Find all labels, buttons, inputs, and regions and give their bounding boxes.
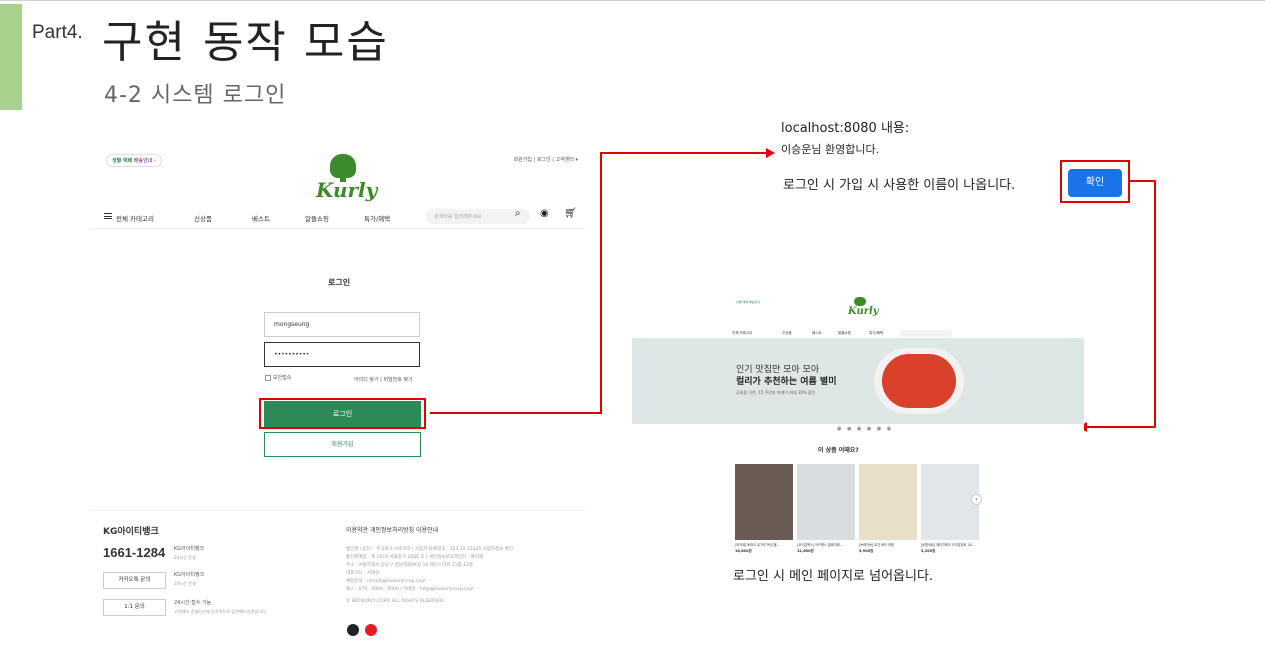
main-nav: 전체 카테고리 신상품 베스트 알뜰쇼핑 특가/혜택 검색어를 입력해주세요 ⌕… [102,208,582,228]
alert-host: localhost:8080 내용: [781,121,910,136]
product-card[interactable]: [모가네] 토마오 로가리 목심 불... 16,800원 [735,464,793,553]
footer-side-1: KG아이티뱅크 24시간 운영 [174,546,205,560]
product-card[interactable]: [브레이브] 로건 버터 모찜 5,900원 [859,464,917,553]
location-icon[interactable]: ◉ [540,208,549,219]
part-label: Part4. [32,22,83,43]
footer-brand: KG아이티뱅크 [103,527,159,537]
slide-accent-bar [0,4,22,110]
arrow-segment [430,412,601,414]
footer-side-3: 24시간 접수 가능 고객센터 운영시간에 순차적으로 답변해드리겠습니다. [174,600,268,614]
search-input[interactable] [900,330,952,337]
nav-category[interactable]: 전체 카테고리 [116,213,154,223]
footer-links[interactable]: 이용약관 개인정보처리방침 이용안내 [346,525,438,534]
arrow-segment [600,152,770,154]
main-page-caption: 로그인 시 메인 페이지로 넘어옵니다. [733,569,934,584]
kurly-logo[interactable]: Kurly [312,154,377,204]
one-on-one-button[interactable]: 1:1 문의 [103,599,166,616]
broccoli-icon [854,297,866,306]
id-input[interactable]: mongseung [264,312,420,337]
ok-highlight-box [1060,160,1130,203]
nav-category[interactable]: 전체 카테고리 [732,331,752,336]
footer-side-2: KG아이티뱅크 24시간 운영 [174,572,205,586]
alert-caption: 로그인 시 가입 시 사용한 이름이 나옵니다. [783,178,1016,193]
top-rule [0,0,1265,1]
nav-sale[interactable]: 알뜰쇼핑 [305,213,329,223]
arrow-segment [1086,426,1156,428]
nav-best[interactable]: 베스트 [252,213,270,223]
search-icon[interactable]: ⌕ [515,208,521,219]
chevron-right-icon[interactable]: › [971,494,982,505]
arrow-head-icon [766,148,775,158]
alert-message: 이승운님 환영합니다. [781,143,880,156]
slide-subtitle: 4-2 시스템 로그인 [104,83,287,108]
signup-button[interactable]: 회원가입 [264,432,421,457]
nav-best[interactable]: 베스트 [812,331,822,336]
delivery-badge[interactable]: 샛별·택배 배송안내 [736,300,760,304]
main-page-screenshot: 샛별·택배 배송안내 Kurly 전체 카테고리 신상품 베스트 알뜰쇼핑 특가… [632,294,1084,564]
password-input[interactable]: •••••••••• [264,342,420,367]
footer-info: 법인명 (상호) : 주식회사 브로코리 | 사업자 등록번호 : 123 12… [346,547,514,604]
github-icon[interactable] [347,624,359,636]
arrow-segment [1154,180,1156,428]
top-links[interactable]: 회원가입 | 로그인 | 고객센터 ▾ [514,156,578,163]
arrow-segment [600,152,602,414]
nav-special[interactable]: 특가/혜택 [364,213,390,223]
secure-login-checkbox[interactable]: 보안접속 [265,374,291,381]
carousel-dots[interactable]: ● ● ● ● ● ● [837,426,893,432]
login-highlight-box [259,398,426,429]
logo-text: Kurly [316,178,378,202]
youtube-icon[interactable] [365,624,377,636]
banner-line-3: 공회용 이천, 15 주년의 마케이 최대 30% 할인 [736,390,816,395]
login-page-screenshot: 샛별·택배 배송안내 › 회원가입 | 로그인 | 고객센터 ▾ Kurly 전… [90,140,590,650]
slide-title: 구현 동작 모습 [102,17,389,68]
cart-icon[interactable]: 🛒︎ [564,208,577,219]
menu-icon[interactable] [104,213,112,219]
nav-sale[interactable]: 알뜰쇼핑 [838,331,851,336]
food-image [874,348,964,414]
product-card[interactable]: [코스알엑스] 어드밴스 클레이레... 12,600원 [797,464,855,553]
checkbox-icon [265,374,271,381]
nav-new[interactable]: 신상품 [782,331,792,336]
banner-line-2: 컬리가 추천하는 여름 별미 [736,377,837,387]
main-banner[interactable]: 인기 맛집만 모아 모아 컬리가 추천하는 여름 별미 공회용 이천, 15 주… [632,338,1084,424]
login-title: 로그인 [328,278,351,287]
find-account-links[interactable]: 아이디 찾기 | 비밀번호 찾기 [354,376,413,383]
nav-new[interactable]: 신상품 [194,213,212,223]
footer-phone: 1661-1284 [103,545,166,560]
kurly-logo[interactable]: Kurly [848,297,879,317]
main-nav: 전체 카테고리 신상품 베스트 알뜰쇼핑 특가/혜택 [732,330,992,338]
nav-special[interactable]: 특가/혜택 [869,331,883,336]
recommend-title: 이 상품 어때요? [818,447,859,454]
kakao-inquiry-button[interactable]: 카카오톡 문의 [103,572,166,589]
arrow-segment [1130,180,1156,182]
delivery-badge[interactable]: 샛별·택배 배송안내 › [106,154,162,167]
product-card[interactable]: [비원아트] 메이지메이 드리온한트 18... 3,200원 [921,464,979,553]
